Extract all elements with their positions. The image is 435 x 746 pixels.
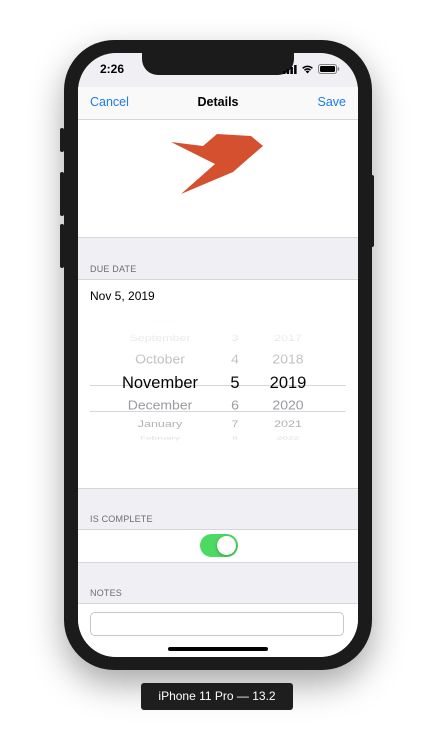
picker-year-item[interactable]: 2018 xyxy=(256,352,320,366)
due-date-header: DUE DATE xyxy=(90,264,137,274)
picker-day-item[interactable]: 3 xyxy=(218,333,252,344)
due-date-row[interactable]: Nov 5, 2019 xyxy=(78,279,358,313)
nav-title: Details xyxy=(197,95,239,109)
is-complete-header: IS COMPLETE xyxy=(90,514,153,524)
status-time: 2:26 xyxy=(100,62,125,76)
picker-day-item[interactable]: 6 xyxy=(218,398,252,412)
picker-year-item[interactable]: 2016 xyxy=(256,318,320,323)
due-date-value: Nov 5, 2019 xyxy=(90,289,155,303)
picker-year-item[interactable]: 2017 xyxy=(256,333,320,344)
toggle-knob xyxy=(217,536,236,555)
picker-day-item[interactable]: 4 xyxy=(218,352,252,366)
navigation-bar: Cancel Details Save xyxy=(78,87,358,120)
picker-month-wheel[interactable]: August September October November December Ja… xyxy=(106,312,214,488)
notes-header: NOTES xyxy=(90,588,123,598)
save-button[interactable]: Save xyxy=(318,95,347,109)
signal-icon xyxy=(283,64,297,74)
home-indicator xyxy=(168,647,268,651)
picker-year-item[interactable]: 2021 xyxy=(256,419,320,430)
picker-day-item[interactable]: 2 xyxy=(218,318,252,323)
is-complete-row xyxy=(78,529,358,563)
picker-month-item[interactable]: December xyxy=(106,398,214,412)
picker-month-item[interactable]: August xyxy=(106,318,214,323)
device-label: iPhone 11 Pro — 13.2 xyxy=(141,683,293,710)
picker-year-item[interactable]: 2019 xyxy=(256,374,320,393)
picker-month-item[interactable]: November xyxy=(106,374,214,393)
picker-day-wheel[interactable]: 2 3 4 5 6 7 8 xyxy=(218,312,252,488)
status-icons xyxy=(283,64,340,74)
picker-day-item[interactable]: 8 xyxy=(218,436,252,441)
picker-day-item[interactable]: 7 xyxy=(218,419,252,430)
picker-month-item[interactable]: February xyxy=(106,436,214,441)
logo-area xyxy=(78,120,358,238)
picker-year-wheel[interactable]: 2016 2017 2018 2019 2020 2021 2022 xyxy=(256,312,320,488)
picker-day-item[interactable]: 5 xyxy=(218,374,252,393)
picker-month-item[interactable]: September xyxy=(106,333,214,344)
picker-month-item[interactable]: January xyxy=(106,419,214,430)
device-screen: 2:26 Cancel Details Save DUE DATE Nov 5, xyxy=(78,53,358,657)
notes-input[interactable] xyxy=(90,612,344,636)
wifi-icon xyxy=(302,65,313,74)
date-picker[interactable]: August September October November December Ja… xyxy=(78,312,358,489)
picker-year-item[interactable]: 2022 xyxy=(256,436,320,441)
picker-year-item[interactable]: 2020 xyxy=(256,398,320,412)
device-notch xyxy=(142,53,294,75)
battery-icon xyxy=(318,64,340,74)
picker-month-item[interactable]: October xyxy=(106,352,214,366)
is-complete-toggle[interactable] xyxy=(200,534,238,557)
swift-bird-logo-icon xyxy=(171,134,263,194)
